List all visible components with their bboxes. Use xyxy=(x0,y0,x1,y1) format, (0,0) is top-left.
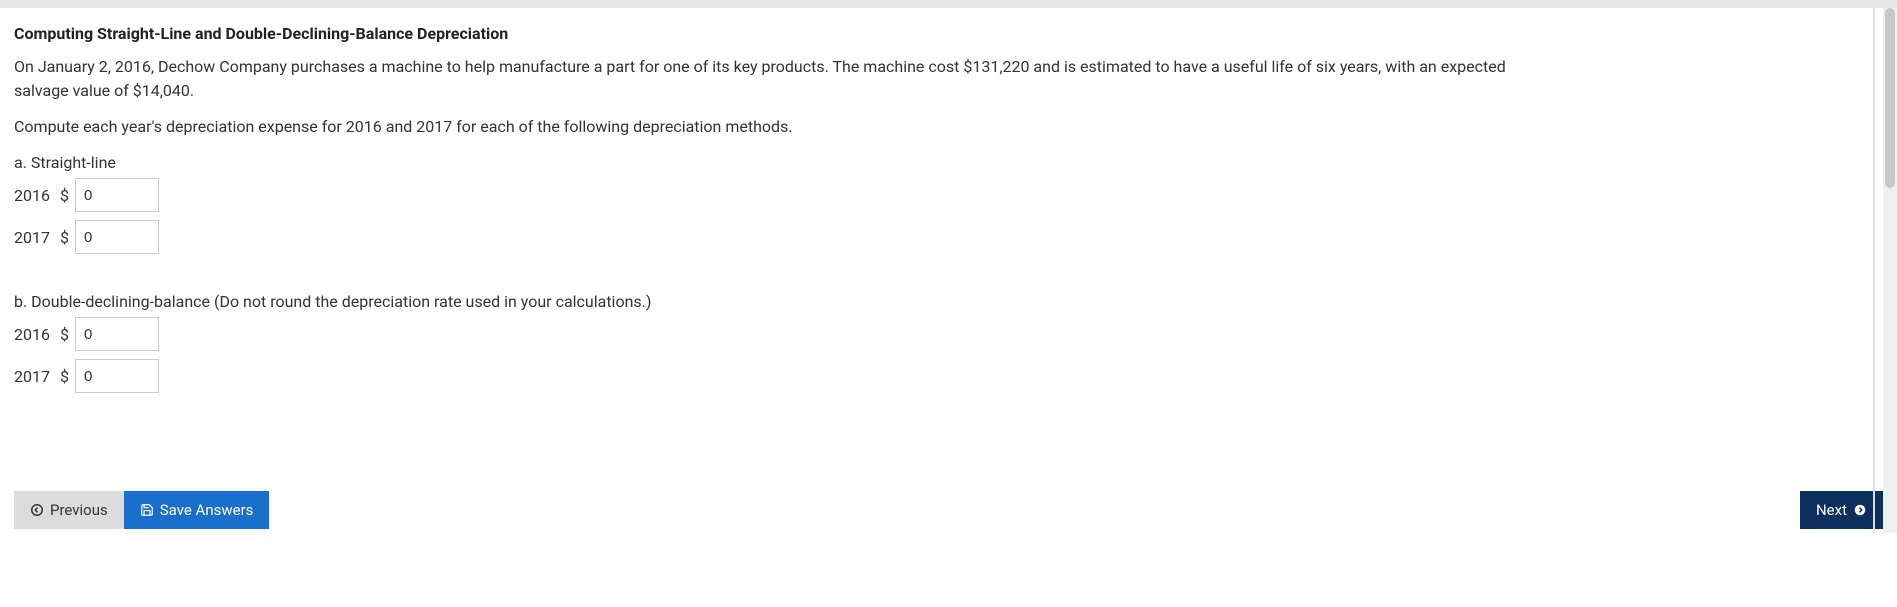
currency-label: $ xyxy=(60,325,69,344)
next-button[interactable]: Next xyxy=(1800,491,1883,529)
content-wrapper: Computing Straight-Line and Double-Decli… xyxy=(0,8,1897,533)
problem-area: Computing Straight-Line and Double-Decli… xyxy=(0,8,1530,431)
section-b-row-2017: 2017 $ xyxy=(14,359,1516,393)
previous-label: Previous xyxy=(50,501,108,519)
save-answers-button[interactable]: Save Answers xyxy=(124,491,270,529)
currency-label: $ xyxy=(60,186,69,205)
problem-instruction: Compute each year's depreciation expense… xyxy=(14,115,1516,139)
year-label: 2016 xyxy=(14,186,52,205)
year-label: 2017 xyxy=(14,228,52,247)
section-b-2017-input[interactable] xyxy=(75,359,159,393)
save-label: Save Answers xyxy=(160,501,254,519)
section-b-2016-input[interactable] xyxy=(75,317,159,351)
section-b-label: b. Double-declining-balance (Do not roun… xyxy=(14,292,1516,311)
section-a-2017-input[interactable] xyxy=(75,220,159,254)
footer-nav: Previous Save Answers Next xyxy=(0,491,1897,533)
problem-title: Computing Straight-Line and Double-Decli… xyxy=(14,24,1516,43)
currency-label: $ xyxy=(60,367,69,386)
section-a-row-2017: 2017 $ xyxy=(14,220,1516,254)
inner-border xyxy=(1873,8,1875,533)
chevron-right-circle-icon xyxy=(1853,503,1867,517)
top-bar xyxy=(0,0,1897,8)
next-label: Next xyxy=(1816,501,1847,519)
section-a-row-2016: 2016 $ xyxy=(14,178,1516,212)
currency-label: $ xyxy=(60,228,69,247)
previous-button[interactable]: Previous xyxy=(14,491,124,529)
scrollbar[interactable] xyxy=(1883,8,1897,533)
year-label: 2017 xyxy=(14,367,52,386)
save-icon xyxy=(140,503,154,517)
section-a-2016-input[interactable] xyxy=(75,178,159,212)
problem-description: On January 2, 2016, Dechow Company purch… xyxy=(14,55,1516,103)
year-label: 2016 xyxy=(14,325,52,344)
footer-left: Previous Save Answers xyxy=(14,491,269,529)
section-b-row-2016: 2016 $ xyxy=(14,317,1516,351)
chevron-left-circle-icon xyxy=(30,503,44,517)
section-a-label: a. Straight-line xyxy=(14,153,1516,172)
